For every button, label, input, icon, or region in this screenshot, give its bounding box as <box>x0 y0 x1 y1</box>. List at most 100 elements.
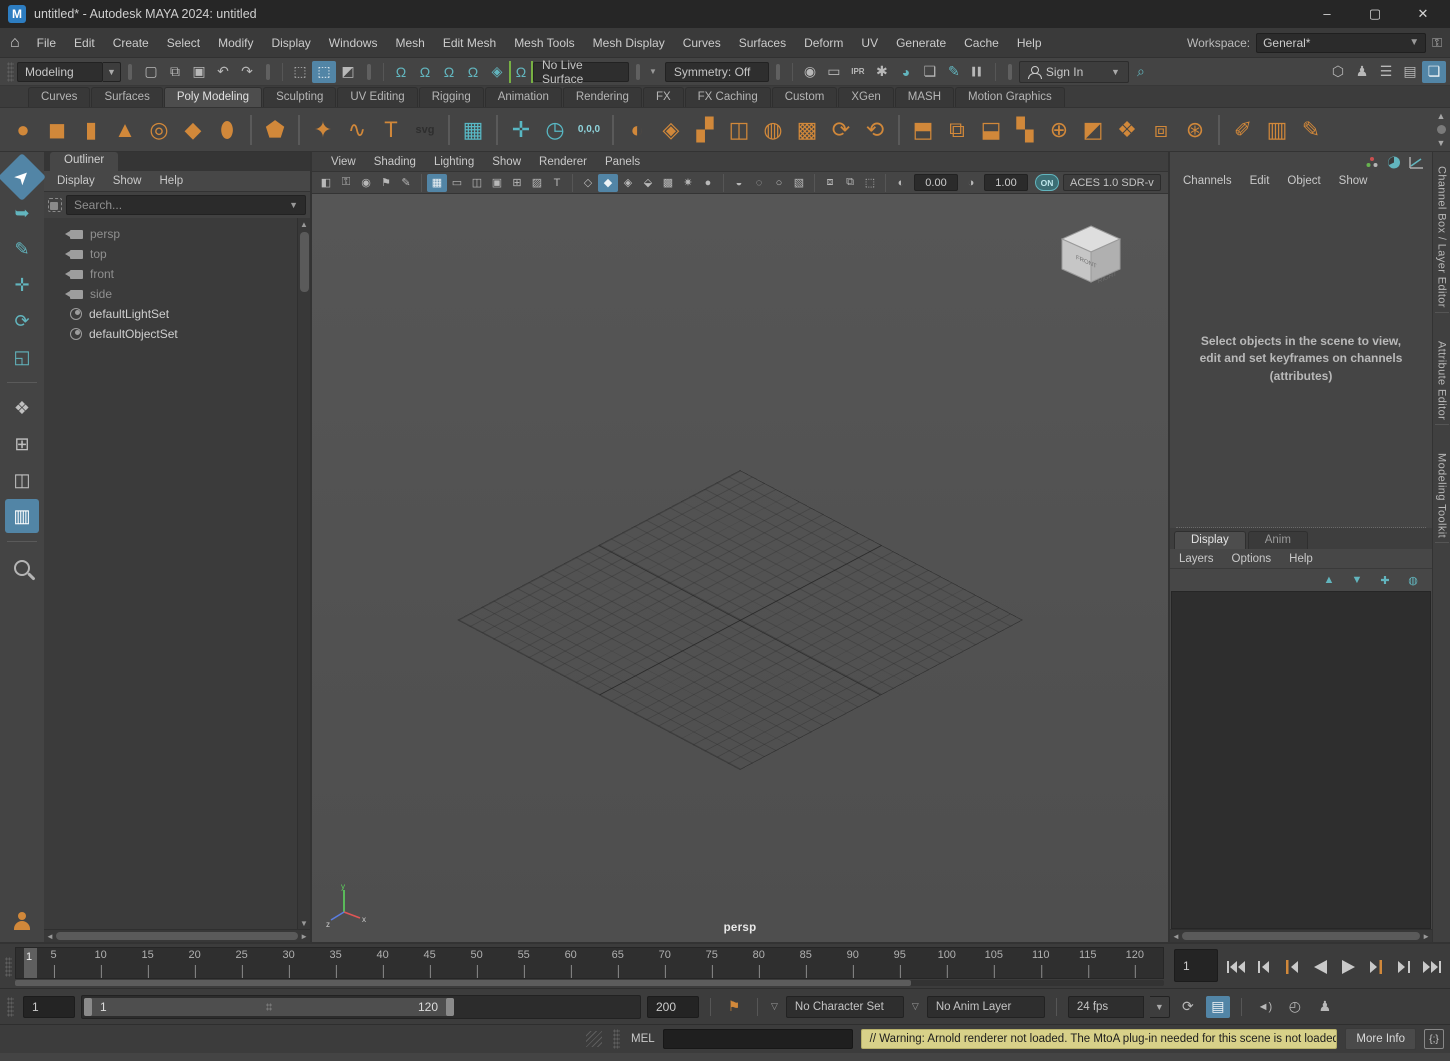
menu-item[interactable]: File <box>28 36 65 50</box>
outliner-tab[interactable]: Outliner <box>50 152 118 171</box>
outliner-menu-item[interactable]: Display <box>48 175 104 187</box>
step-back-frame-button[interactable] <box>1252 954 1276 980</box>
group-collapser[interactable] <box>776 64 780 80</box>
menu-item[interactable]: Select <box>158 36 209 50</box>
wire-on-shaded-icon[interactable]: ⬙ <box>638 174 658 192</box>
viewport-menu-item[interactable]: Shading <box>365 156 425 168</box>
maximize-button[interactable]: ▢ <box>1364 6 1386 22</box>
redo-icon[interactable]: ↷ <box>235 61 259 83</box>
group-collapser[interactable] <box>266 64 270 80</box>
exposure-field[interactable]: 0.00 <box>914 174 958 191</box>
channel-box-menu-item[interactable]: Edit <box>1241 175 1279 187</box>
wireframe-icon[interactable]: ◇ <box>578 174 598 192</box>
center-pivot-icon[interactable]: ✛ <box>504 112 538 148</box>
symmetry-field[interactable]: Symmetry: Off <box>665 62 769 82</box>
drag-handle[interactable] <box>7 62 14 82</box>
scroll-right-icon[interactable]: ► <box>1422 932 1430 941</box>
select-object-icon[interactable]: ⬚ <box>312 61 336 83</box>
poly-cylinder-icon[interactable]: ▮ <box>74 112 108 148</box>
drag-handle[interactable] <box>613 1029 620 1049</box>
chevron-down-icon[interactable]: ▼ <box>649 67 657 76</box>
poly-plane-icon[interactable]: ◆ <box>176 112 210 148</box>
shelf-tab[interactable]: Curves <box>28 87 90 107</box>
time-ruler[interactable]: 5101520253035404550556065707580859095100… <box>15 947 1164 979</box>
scroll-left-icon[interactable]: ◄ <box>46 932 54 941</box>
poly-type-icon[interactable]: T <box>374 112 408 148</box>
menu-item[interactable]: Display <box>262 36 319 50</box>
shelf-tab[interactable]: FX Caching <box>685 87 771 107</box>
snap-grid-icon[interactable]: Ω <box>389 61 413 83</box>
gamma-icon[interactable]: ◑ <box>961 174 981 192</box>
menu-item[interactable]: Edit <box>65 36 104 50</box>
sidebar-tab[interactable]: Attribute Editor <box>1435 337 1449 425</box>
new-scene-icon[interactable]: ▢ <box>139 61 163 83</box>
snap-view-plane-icon[interactable]: ◈ <box>485 61 509 83</box>
sidebar-tab[interactable]: Channel Box / Layer Editor <box>1435 162 1449 313</box>
go-to-start-button[interactable] <box>1224 954 1248 980</box>
gate-mask-icon[interactable]: ▣ <box>487 174 507 192</box>
range-slider[interactable]: 1 120 <box>81 995 641 1019</box>
time-editor-icon[interactable]: ▤ <box>1206 996 1230 1018</box>
safe-title-icon[interactable]: T <box>547 174 567 192</box>
close-button[interactable]: ✕ <box>1412 6 1434 22</box>
isolate-select-icon[interactable]: ⧈ <box>820 174 840 192</box>
range-start-handle[interactable] <box>84 998 92 1016</box>
duplicate-face-icon[interactable]: ▚ <box>1008 112 1042 148</box>
anim-layer-field[interactable]: No Anim Layer <box>927 996 1045 1018</box>
channel-box-toggle-icon[interactable]: ☰ <box>1374 61 1398 83</box>
move-layer-down-icon[interactable]: ▼ <box>1348 572 1366 588</box>
layer-editor-tab[interactable]: Anim <box>1248 531 1308 549</box>
search-clear-icon[interactable]: ⌕ <box>1129 61 1153 83</box>
film-gate-icon[interactable]: ▭ <box>447 174 467 192</box>
bevel-icon[interactable]: ⬓ <box>974 112 1008 148</box>
layer-editor-menu-item[interactable]: Help <box>1280 553 1322 565</box>
platonic-solid-icon[interactable]: ⬟ <box>258 112 292 148</box>
outliner-menu-item[interactable]: Show <box>104 175 151 187</box>
view-cube[interactable]: FRONT RIGHT <box>1056 222 1126 288</box>
viewport-menu-item[interactable]: Renderer <box>530 156 596 168</box>
drag-handle[interactable] <box>7 997 14 1017</box>
shelf-tab[interactable]: XGen <box>838 87 893 107</box>
time-slider-scrollbar[interactable] <box>15 980 1164 986</box>
sweep-mesh-icon[interactable]: ✦ <box>306 112 340 148</box>
separate-icon[interactable]: ◈ <box>654 112 688 148</box>
scroll-up-icon[interactable]: ▲ <box>1437 111 1446 121</box>
attribute-editor-toggle-icon[interactable]: ▤ <box>1398 61 1422 83</box>
command-input[interactable] <box>663 1029 853 1049</box>
ipr-render-icon[interactable]: IPR <box>846 61 870 83</box>
viewport-menu-item[interactable]: Show <box>483 156 530 168</box>
shelf-tab[interactable]: Motion Graphics <box>955 87 1065 107</box>
menu-set-dropdown[interactable]: Modeling <box>17 62 103 82</box>
menu-item[interactable]: Create <box>104 36 158 50</box>
outliner-horizontal-scrollbar[interactable]: ◄ ► <box>44 929 310 942</box>
fps-dropdown[interactable]: 24 fps <box>1068 996 1144 1018</box>
poly-cone-icon[interactable]: ▲ <box>108 112 142 148</box>
shelf-tab[interactable]: Custom <box>772 87 838 107</box>
layout-outliner-persp[interactable]: ▥ <box>5 499 39 533</box>
outliner-item-top[interactable]: top <box>70 244 310 264</box>
modeling-toolkit-toggle-icon[interactable]: ⬡ <box>1326 61 1350 83</box>
smooth-icon[interactable]: ◍ <box>756 112 790 148</box>
shelf-tab[interactable]: Surfaces <box>91 87 162 107</box>
scroll-thumb[interactable] <box>1182 932 1420 940</box>
xray-icon[interactable]: ▧ <box>789 174 809 192</box>
animation-start-field[interactable]: 1 <box>23 996 75 1018</box>
character-controls-toggle-icon[interactable]: ♟ <box>1350 61 1374 83</box>
make-live-icon[interactable]: Ω <box>509 61 533 83</box>
snap-curve-icon[interactable]: Ω <box>413 61 437 83</box>
scroll-thumb[interactable] <box>300 232 309 292</box>
multi-cut-icon[interactable]: ▥ <box>1260 112 1294 148</box>
layout-single-pane[interactable]: ❖ <box>5 391 39 425</box>
bookmark-icon[interactable]: ⚑ <box>376 174 396 192</box>
shelf-scrollbar[interactable]: ▲ ▼ <box>1434 110 1448 149</box>
scroll-thumb[interactable] <box>56 932 298 940</box>
shelf-tab[interactable]: Rigging <box>419 87 484 107</box>
shaded-icon[interactable]: ◆ <box>598 174 618 192</box>
display-mode-icon[interactable]: ◕ <box>894 61 918 83</box>
remesh-icon[interactable]: ▩ <box>790 112 824 148</box>
camera-attributes-icon[interactable]: ◉ <box>356 174 376 192</box>
layer-list[interactable] <box>1171 591 1431 929</box>
svg-tool-icon[interactable]: svg <box>408 112 442 148</box>
playback-range-bar[interactable]: 1 120 <box>84 998 454 1016</box>
layer-editor-menu-item[interactable]: Layers <box>1170 553 1223 565</box>
